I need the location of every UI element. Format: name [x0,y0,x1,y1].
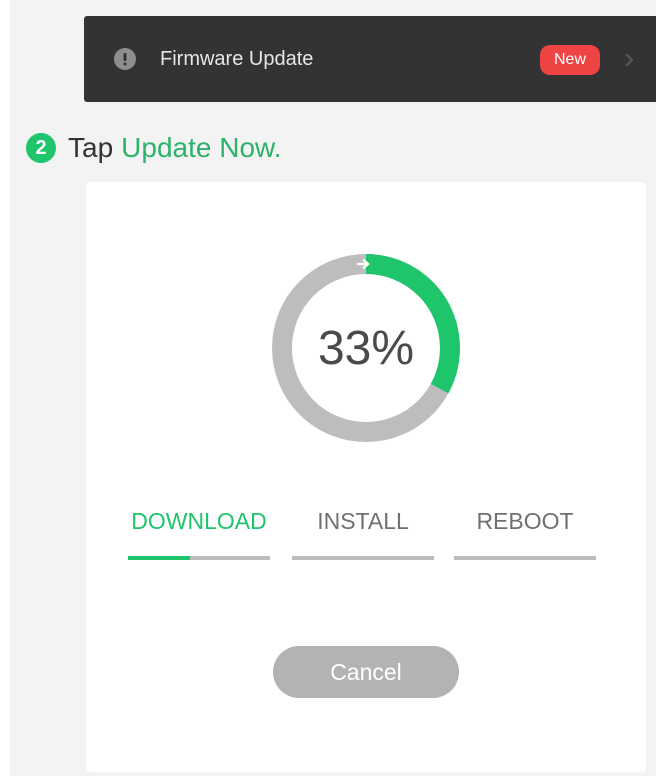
stage-progress-fill [128,556,191,560]
left-edge-strip [0,0,10,776]
step-heading: 2 Tap Update Now. [26,128,281,168]
stage-download[interactable]: DOWNLOAD [128,504,270,560]
step-number-badge: 2 [26,133,56,163]
firmware-update-label: Firmware Update [160,47,314,70]
stage-tabs: DOWNLOAD INSTALL REBOOT [128,504,598,564]
progress-ring: 33% [266,248,466,448]
stage-label: DOWNLOAD [131,508,267,534]
stage-progress-track [454,556,596,560]
stage-progress-track [292,556,434,560]
firmware-update-item[interactable]: Firmware Update New [84,16,656,102]
chevron-right-icon [625,53,634,67]
stage-reboot[interactable]: REBOOT [454,504,596,560]
new-badge: New [540,45,601,75]
stage-progress-track [128,556,270,560]
stage-label: INSTALL [317,508,409,534]
stage-install[interactable]: INSTALL [292,504,434,560]
info-icon [114,48,136,70]
progress-percent: 33% [317,321,415,375]
update-card: 33% DOWNLOAD INSTALL REBOOT Cancel [86,182,646,772]
cancel-button[interactable]: Cancel [273,646,459,698]
step-highlight: Update Now. [121,132,282,163]
stage-label: REBOOT [476,508,574,534]
step-text: Tap [68,132,114,163]
